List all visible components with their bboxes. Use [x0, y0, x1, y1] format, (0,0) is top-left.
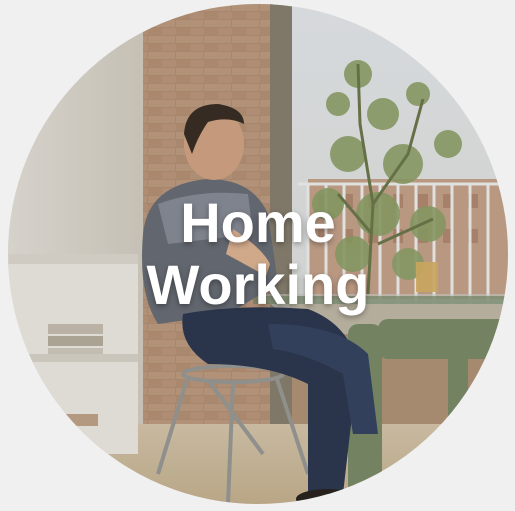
- home-working-title: Home Working: [8, 192, 508, 316]
- caption-line-working: Working: [146, 253, 370, 316]
- page: Home Working: [0, 0, 515, 511]
- caption-line-home: Home: [180, 191, 336, 254]
- home-working-circle-image[interactable]: Home Working: [8, 4, 508, 504]
